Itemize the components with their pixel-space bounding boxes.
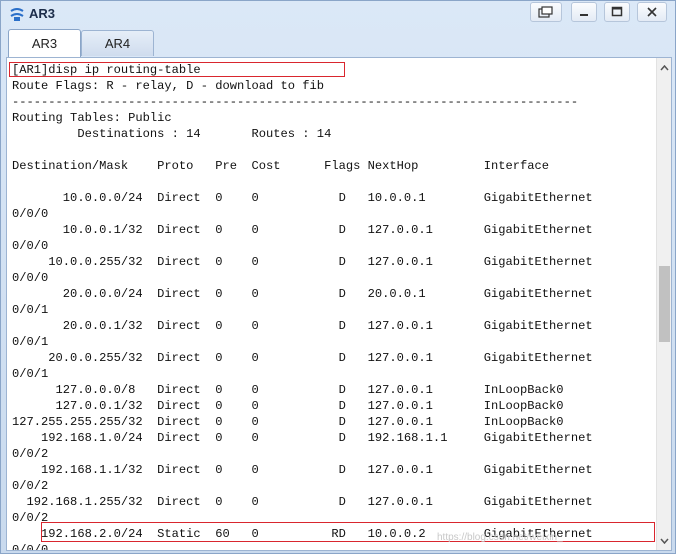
console-line: Route Flags: R - relay, D - download to … — [12, 79, 325, 93]
watermark-text: https://blog.csdn.net/weixin_ — [437, 532, 563, 543]
tab-ar4[interactable]: AR4 — [81, 30, 154, 56]
console-output[interactable]: [AR1]disp ip routing-table Route Flags: R… — [6, 57, 672, 551]
console-line: 192.168.1.0/24 Direct 0 0 D 192.168.1.1 … — [12, 431, 593, 445]
console-text: [AR1]disp ip routing-table Route Flags: R… — [12, 62, 652, 551]
tab-bar: AR3 AR4 — [1, 28, 675, 57]
maximize-icon — [611, 6, 623, 17]
tab-ar3[interactable]: AR3 — [8, 29, 81, 57]
console-line: 20.0.0.1/32 Direct 0 0 D 127.0.0.1 Gigab… — [12, 319, 593, 333]
window-title: AR3 — [29, 6, 56, 21]
console-line: 0/0/1 — [12, 303, 49, 317]
vertical-scrollbar[interactable] — [656, 58, 671, 550]
console-line: Destination/Mask Proto Pre Cost Flags Ne… — [12, 159, 550, 173]
console-line: 0/0/1 — [12, 367, 49, 381]
restore-icon — [538, 6, 553, 18]
console-line: 0/0/2 — [12, 511, 49, 525]
router-app-icon — [9, 6, 25, 22]
console-line: [AR1]disp ip routing-table — [12, 63, 201, 77]
console-line: ----------------------------------------… — [12, 95, 579, 109]
console-line: 0/0/2 — [12, 447, 49, 461]
scrollbar-thumb[interactable] — [659, 266, 670, 342]
console-line: 20.0.0.255/32 Direct 0 0 D 127.0.0.1 Gig… — [12, 351, 593, 365]
minimize-button[interactable] — [571, 2, 597, 22]
scroll-up-arrow-icon[interactable] — [657, 60, 671, 75]
console-line: 127.0.0.0/8 Direct 0 0 D 127.0.0.1 InLoo… — [12, 383, 564, 397]
console-line: Routing Tables: Public — [12, 111, 172, 125]
console-line: 10.0.0.255/32 Direct 0 0 D 127.0.0.1 Gig… — [12, 255, 593, 269]
close-icon — [647, 7, 657, 17]
console-line: 10.0.0.1/32 Direct 0 0 D 127.0.0.1 Gigab… — [12, 223, 593, 237]
console-line: 127.0.0.1/32 Direct 0 0 D 127.0.0.1 InLo… — [12, 399, 564, 413]
scroll-down-arrow-icon[interactable] — [657, 533, 671, 548]
console-line: 0/0/0 — [12, 239, 49, 253]
minimize-icon — [580, 14, 588, 16]
console-line: 127.255.255.255/32 Direct 0 0 D 127.0.0.… — [12, 415, 564, 429]
console-line: 0/0/2 — [12, 479, 49, 493]
console-line: 20.0.0.0/24 Direct 0 0 D 20.0.0.1 Gigabi… — [12, 287, 593, 301]
console-line: Destinations : 14 Routes : 14 — [12, 127, 332, 141]
close-button[interactable] — [637, 2, 667, 22]
console-line: 192.168.1.1/32 Direct 0 0 D 127.0.0.1 Gi… — [12, 463, 593, 477]
console-line: 0/0/0 — [12, 207, 49, 221]
maximize-button[interactable] — [604, 2, 630, 22]
terminal-window: AR3 AR3 AR4 [AR1]disp ip routing-table R… — [0, 0, 676, 554]
title-bar[interactable]: AR3 — [1, 1, 675, 28]
console-line: 192.168.1.255/32 Direct 0 0 D 127.0.0.1 … — [12, 495, 593, 509]
console-line: 0/0/1 — [12, 335, 49, 349]
console-line: 0/0/0 — [12, 543, 49, 551]
restore-button[interactable] — [530, 2, 562, 22]
console-line: 10.0.0.0/24 Direct 0 0 D 10.0.0.1 Gigabi… — [12, 191, 593, 205]
console-line: 0/0/0 — [12, 271, 49, 285]
